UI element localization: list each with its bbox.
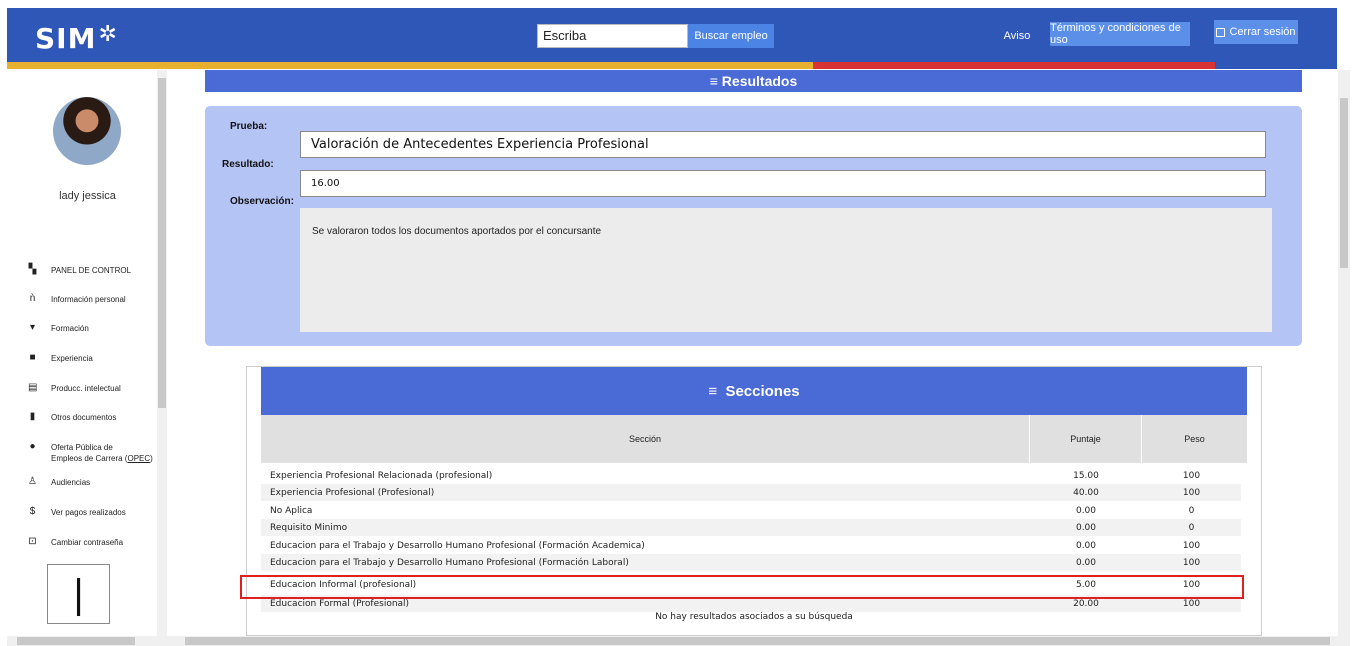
gear-icon: ✲ — [98, 22, 118, 47]
sidebar-item-label: PANEL DE CONTROL — [51, 266, 132, 275]
secciones-header: ≡ Secciones — [261, 367, 1247, 415]
sidebar-item-label: Otros documentos — [51, 413, 117, 422]
briefcase-icon: ■ — [29, 352, 36, 363]
graduation-icon: ▾ — [29, 322, 36, 333]
observacion-label: Observación: — [230, 196, 294, 207]
audience-icon: ♙ — [28, 476, 37, 487]
column-header-puntaje[interactable]: Puntaje — [1030, 415, 1142, 463]
aviso-link[interactable]: Aviso — [997, 24, 1037, 48]
table-row: No Aplica 0.00 0 — [270, 505, 1195, 516]
document-icon: ▮ — [29, 411, 36, 422]
column-header-peso[interactable]: Peso — [1142, 415, 1247, 463]
column-header-seccion[interactable]: Sección — [261, 415, 1030, 463]
resultado-field[interactable]: 16.00 — [300, 170, 1266, 197]
terminos-button[interactable]: Términos y condiciones de uso — [1050, 22, 1190, 46]
sidebar-item-formacion[interactable]: ▾ Formación — [28, 323, 168, 334]
sidebar-item-label: Producc. intelectual — [51, 384, 121, 393]
book-icon: ▤ — [28, 382, 38, 393]
horizontal-scrollbar[interactable] — [7, 636, 1350, 646]
cerrar-sesion-label: Cerrar sesión — [1229, 26, 1296, 38]
sidebar-item-label: Experiencia — [51, 354, 93, 363]
logout-icon — [1216, 27, 1226, 37]
sidebar-hscroll-thumb[interactable] — [17, 637, 135, 645]
dollar-icon: $ — [29, 506, 36, 517]
avatar — [53, 97, 121, 165]
sidebar-item-cambiar-contrasena[interactable]: ⊡ Cambiar contraseña — [28, 537, 168, 548]
table-header: Sección Puntaje Peso — [261, 415, 1247, 463]
main-scroll-thumb[interactable] — [1340, 98, 1348, 268]
no-results-message: No hay resultados asociados a su búsqued… — [655, 612, 853, 622]
sidebar-item-otros-documentos[interactable]: ▮ Otros documentos — [28, 412, 168, 423]
sidebar-item-label: Audiencias — [51, 478, 91, 487]
sidebar-item-panel-control[interactable]: ▚ PANEL DE CONTROL — [28, 265, 168, 276]
sidebar-item-label: Ver pagos realizados — [51, 508, 126, 517]
sidebar-item-ver-pagos[interactable]: $ Ver pagos realizados — [28, 507, 168, 518]
observacion-field[interactable]: Se valoraron todos los documentos aporta… — [300, 208, 1272, 332]
dashboard-icon: ▚ — [28, 264, 37, 275]
main-scrollbar[interactable] — [1338, 70, 1350, 636]
sidebar-item-producc-intelectual[interactable]: ▤ Producc. intelectual — [28, 383, 168, 394]
table-row: Requisito Minimo 0.00 0 — [261, 519, 1241, 536]
sidebar-item-experiencia[interactable]: ■ Experiencia — [28, 353, 168, 364]
main-hscroll-thumb[interactable] — [185, 637, 1330, 645]
sidebar-item-informacion-personal[interactable]: ǹ Información personal — [28, 294, 168, 305]
organization-logo: ❘ — [47, 564, 110, 624]
prueba-label: Prueba: — [230, 121, 268, 132]
sidebar-item-audiencias[interactable]: ♙ Audiencias — [28, 477, 168, 488]
table-row: Experiencia Profesional (Profesional) 40.… — [261, 484, 1241, 501]
highlight-box — [240, 575, 1244, 599]
lock-icon: ⊡ — [28, 536, 37, 547]
buscar-empleo-button[interactable]: Buscar empleo — [688, 24, 774, 48]
prueba-field[interactable]: Valoración de Antecedentes Experiencia P… — [300, 131, 1266, 158]
table-row: Educacion para el Trabajo y Desarrollo H… — [270, 540, 1201, 551]
table-row: Educacion para el Trabajo y Desarrollo H… — [261, 554, 1241, 571]
cerrar-sesion-button[interactable]: Cerrar sesión — [1214, 20, 1298, 44]
resultado-label: Resultado: — [222, 159, 274, 170]
user-name: lady jessica — [59, 190, 116, 202]
sidebar-item-opec[interactable]: ● Oferta Pública de Empleos de Carrera (OP… — [28, 442, 168, 464]
sidebar-item-label: Oferta Pública de Empleos de Carrera (OPE… — [51, 443, 153, 463]
sidebar-item-label: Formación — [51, 324, 89, 333]
color-stripe — [7, 62, 1337, 69]
resultados-header: ≡ Resultados — [205, 70, 1302, 92]
people-icon: ǹ — [29, 293, 36, 304]
sidebar-item-label: Información personal — [51, 295, 126, 304]
sidebar-item-label: Cambiar contraseña — [51, 538, 124, 547]
globe-icon: ● — [29, 441, 36, 452]
search-input[interactable]: Escriba — [537, 24, 688, 48]
table-row: Experiencia Profesional Relacionada (pro… — [270, 470, 1201, 481]
app-logo[interactable]: SIM✲ — [35, 22, 118, 55]
